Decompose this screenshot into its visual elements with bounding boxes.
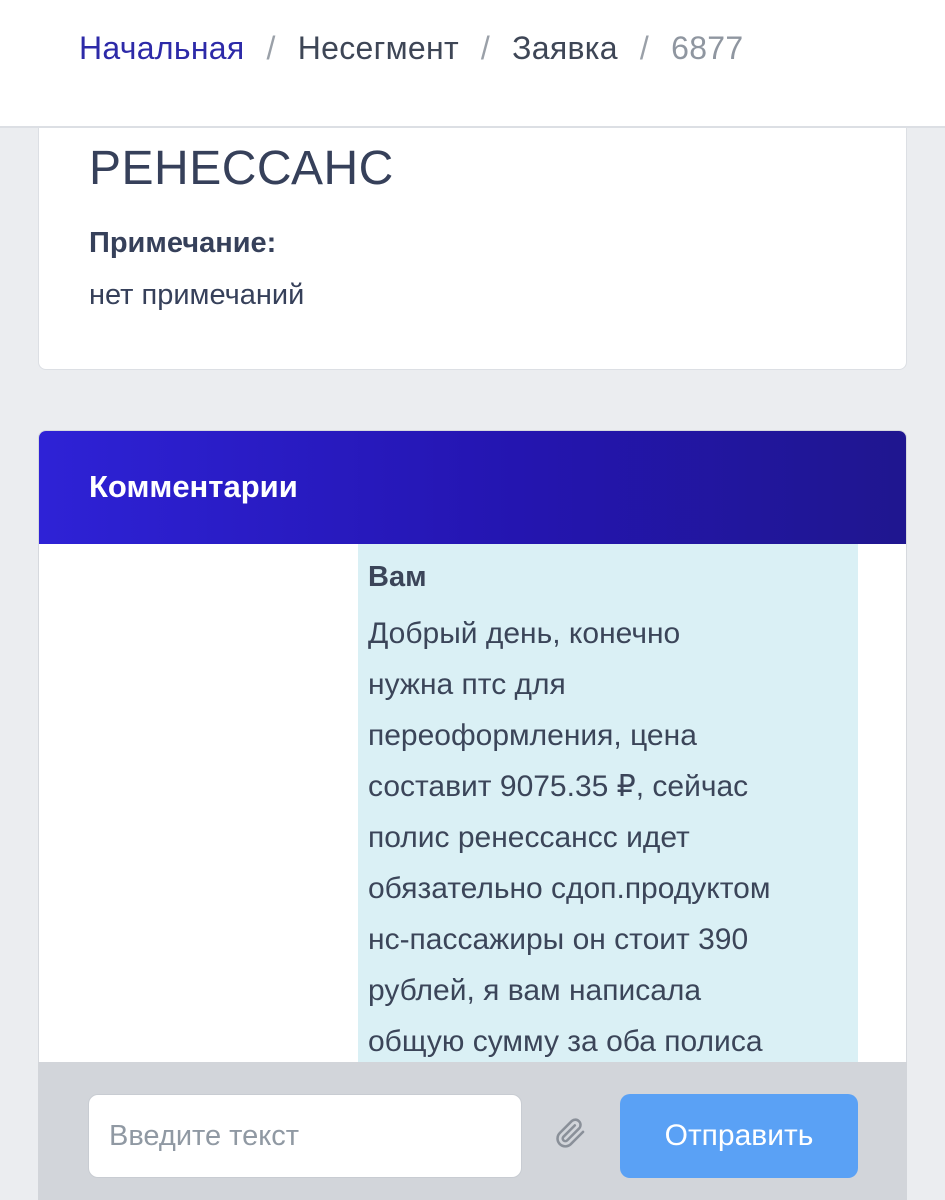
comment-author: Вам — [368, 561, 427, 593]
breadcrumb: Начальная / Несегмент / Заявка / 6877 — [79, 30, 743, 67]
request-details-card: РЕНЕССАНС Примечание: нет примечаний — [38, 110, 907, 370]
comment-input[interactable] — [88, 1094, 522, 1178]
comment-composer: Отправить — [38, 1062, 907, 1200]
breadcrumb-separator: / — [480, 30, 491, 66]
note-label: Примечание: — [89, 227, 277, 259]
breadcrumb-item-nonsegment[interactable]: Несегмент — [298, 30, 459, 67]
send-button[interactable]: Отправить — [620, 1094, 858, 1178]
breadcrumb-item-request[interactable]: Заявка — [512, 30, 618, 67]
breadcrumb-separator: / — [266, 30, 276, 66]
comments-header: Комментарии — [39, 431, 906, 544]
top-bar: Начальная / Несегмент / Заявка / 6877 — [0, 0, 945, 128]
comment-text: Добрый день, конечно нужна птс для перео… — [368, 617, 771, 1058]
insurer-name: РЕНЕССАНС — [89, 142, 394, 195]
breadcrumb-separator: / — [639, 30, 650, 66]
comment-bubble: Вам Добрый день, конечно нужна птс для п… — [358, 544, 858, 1064]
paperclip-icon[interactable] — [551, 1112, 591, 1156]
breadcrumb-home-link[interactable]: Начальная — [79, 30, 245, 67]
comments-title: Комментарии — [89, 469, 298, 504]
note-value: нет примечаний — [89, 279, 305, 311]
breadcrumb-current: 6877 — [671, 30, 744, 66]
